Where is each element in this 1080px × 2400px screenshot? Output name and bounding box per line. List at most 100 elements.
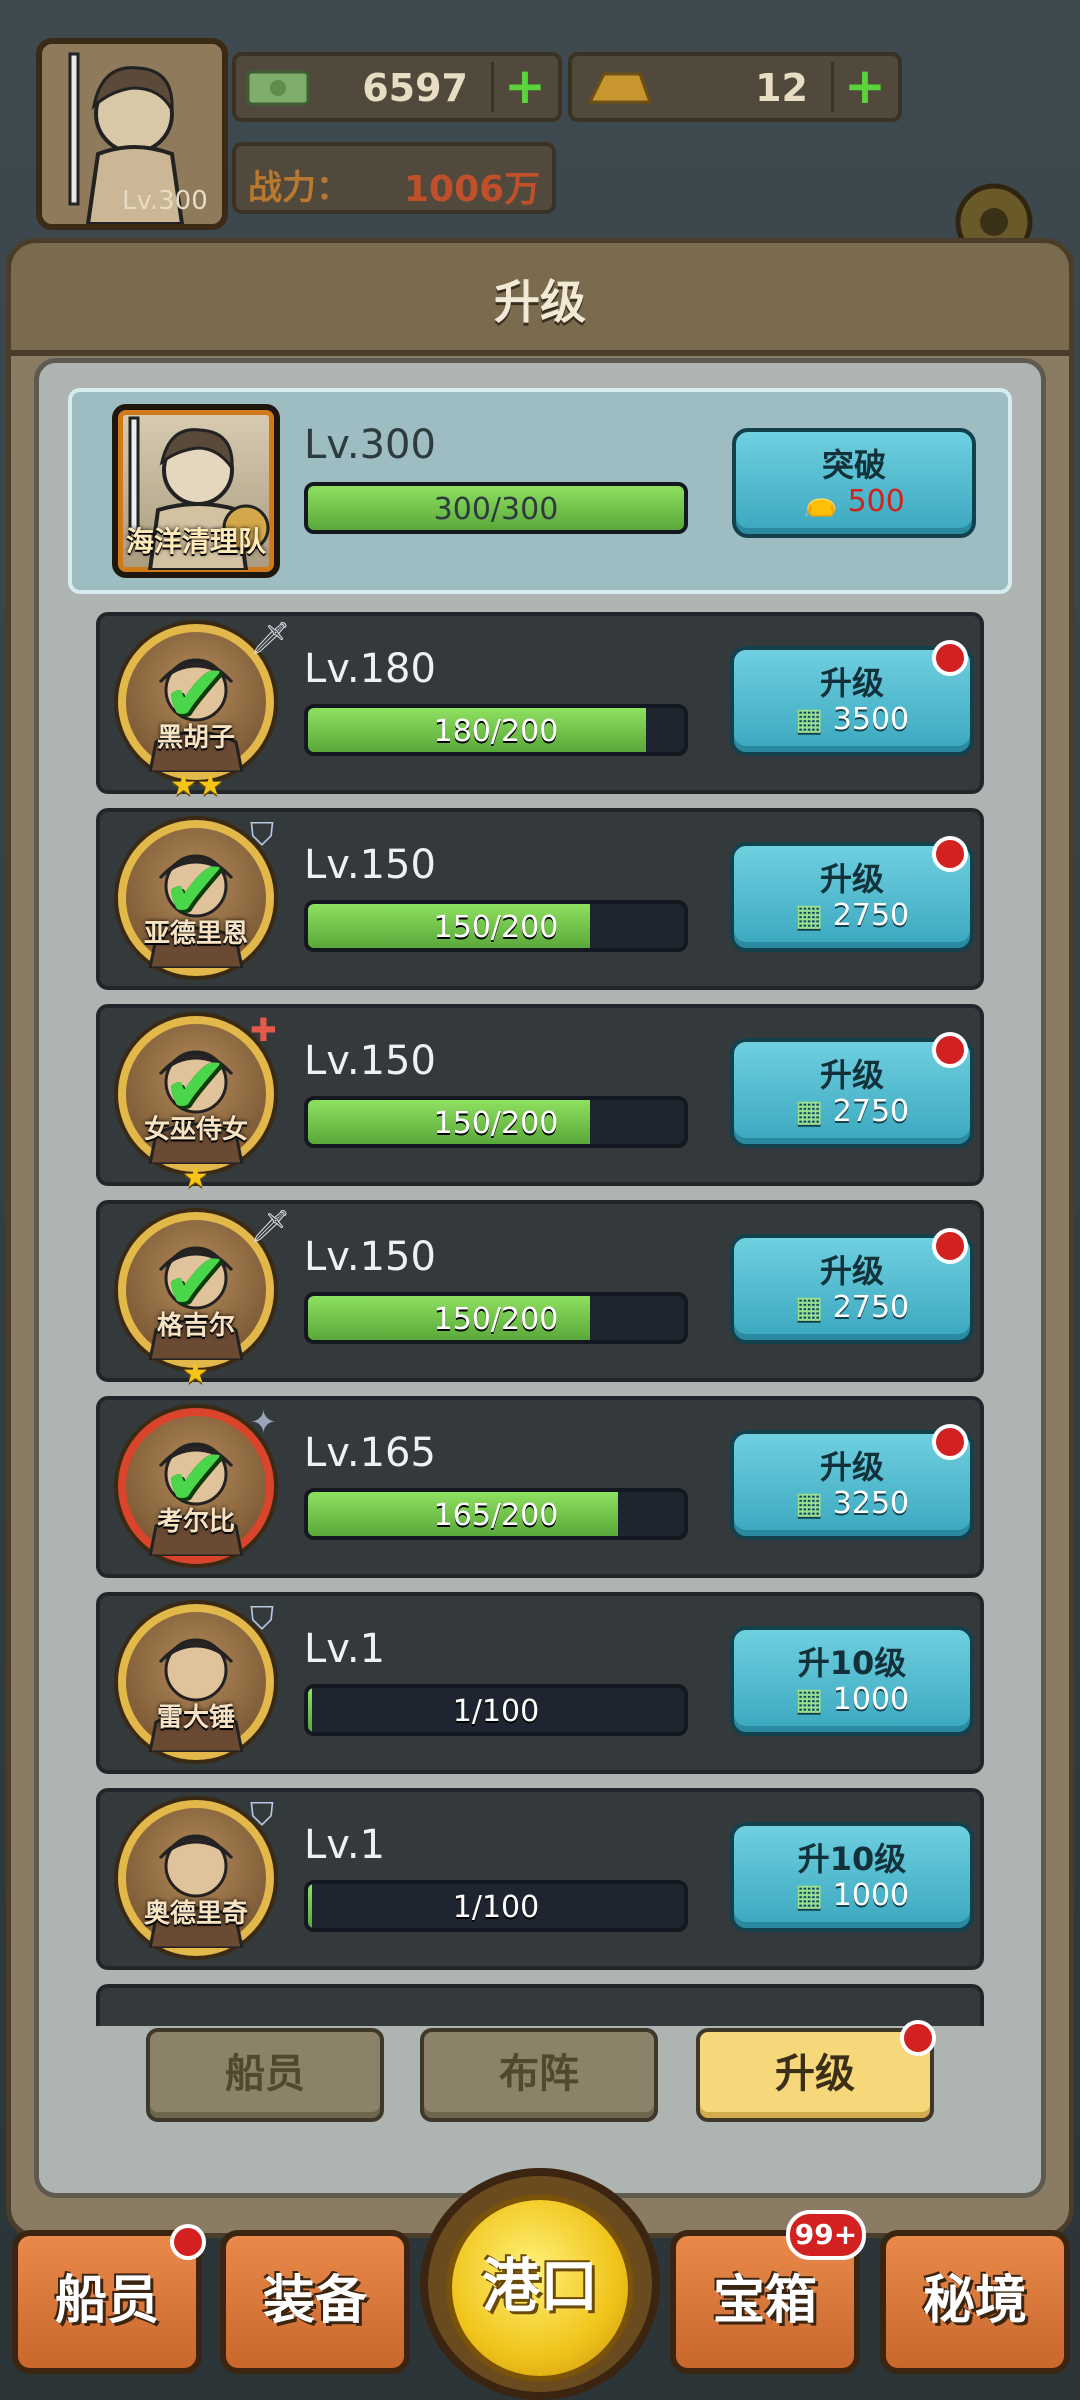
- upgrade-button[interactable]: 升级 ▦ 2750: [730, 1032, 974, 1148]
- crew-progress-bar: 1/100: [304, 1880, 688, 1932]
- crew-name: 女巫侍女: [143, 1115, 248, 1145]
- nav-port-button[interactable]: 港口: [446, 2194, 634, 2382]
- upgrade-button[interactable]: 升级 ▦ 3500: [730, 640, 974, 756]
- crew-level: Lv.150: [304, 1038, 436, 1084]
- tab-crew[interactable]: 船员: [146, 2028, 384, 2122]
- upgrade-cost-value: 2750: [832, 1290, 910, 1325]
- crew-progress-bar: 165/200: [304, 1488, 688, 1540]
- notification-dot: [900, 2020, 936, 2056]
- crew-row: ✔ 亚德里恩 ⛉ Lv.150 150/200 升级 ▦ 2750: [96, 808, 984, 990]
- crew-progress-bar: 1/100: [304, 1684, 688, 1736]
- crew-progress-bar: 150/200: [304, 900, 688, 952]
- crew-progress-text: 1/100: [452, 1890, 540, 1925]
- crew-level: Lv.150: [304, 1234, 436, 1280]
- upgrade-button[interactable]: 升级 ▦ 3250: [730, 1424, 974, 1540]
- crew-level: Lv.1: [304, 1822, 386, 1868]
- cash-icon: ▦: [794, 1878, 824, 1913]
- tab-upgrade-label: 升级: [775, 2051, 855, 2097]
- crew-level: Lv.180: [304, 646, 436, 692]
- upgrade-cost: ▦ 2750: [734, 1094, 970, 1129]
- crew-name: 考尔比: [156, 1507, 235, 1537]
- notification-dot: [932, 1032, 968, 1068]
- upgrade-button[interactable]: 升级 ▦ 2750: [730, 1228, 974, 1344]
- upgrade-cost-value: 2750: [832, 1094, 910, 1129]
- star-rating: ★★: [170, 768, 224, 803]
- heal-cross-icon: ✚: [250, 1011, 277, 1049]
- upgrade-cost-value: 1000: [832, 1878, 910, 1913]
- shield-icon: ⛉: [250, 1599, 275, 1637]
- cash-icon: ▦: [794, 1094, 824, 1129]
- crew-name: 雷大锤: [156, 1703, 235, 1733]
- crew-progress-bar: 150/200: [304, 1292, 688, 1344]
- notification-dot: [932, 1228, 968, 1264]
- leader-progress-text: 300/300: [433, 492, 559, 527]
- upgrade-cost: ▦ 3500: [734, 702, 970, 737]
- crew-row: 奥德里奇 ⛉ Lv.1 1/100 升10级 ▦ 1000: [96, 1788, 984, 1970]
- crew-level: Lv.150: [304, 842, 436, 888]
- upgrade-button-label: 升10级: [797, 1644, 907, 1682]
- crew-progress-text: 150/200: [433, 910, 559, 945]
- star-rating: ★: [182, 1160, 209, 1195]
- tab-formation[interactable]: 布阵: [420, 2028, 658, 2122]
- crew-row: ✔ 黑胡子 🗡 ★★ Lv.180 180/200 升级 ▦ 3500: [96, 612, 984, 803]
- crew-progress-text: 150/200: [433, 1106, 559, 1141]
- cash-icon: ▦: [794, 702, 824, 737]
- leader-row: 海洋清理队 Lv.300 300/300 突破 👝 500: [68, 388, 1012, 594]
- add-cash-button[interactable]: +: [502, 61, 548, 111]
- tab-upgrade[interactable]: 升级: [696, 2020, 936, 2122]
- cash-icon: ▦: [794, 1486, 824, 1521]
- cash-icon: ▦: [794, 898, 824, 933]
- crew-name: 奥德里奇: [143, 1899, 248, 1929]
- notification-dot: [932, 836, 968, 872]
- cash-icon: [246, 70, 310, 106]
- crew-name: 亚德里恩: [143, 919, 248, 949]
- upgrade-cost: ▦ 2750: [734, 898, 970, 933]
- breakthrough-label: 突破: [821, 446, 886, 484]
- add-gold-button[interactable]: +: [842, 61, 888, 111]
- breakthrough-cost: 👝 500: [736, 484, 972, 519]
- nav-secret-realm-button[interactable]: 秘境: [880, 2230, 1070, 2374]
- leader-level: Lv.300: [304, 422, 436, 468]
- power-value: 1006万: [404, 169, 541, 210]
- divider: [831, 62, 834, 112]
- upgrade-button-label: 升10级: [797, 1840, 907, 1878]
- player-avatar[interactable]: Lv.300: [36, 38, 228, 230]
- gold-bar-icon: [587, 72, 653, 104]
- upgrade-button[interactable]: 升10级 ▦ 1000: [730, 1822, 974, 1932]
- power-display: 战力： 1006万: [232, 142, 556, 214]
- upgrade-cost-value: 3250: [832, 1486, 910, 1521]
- leader-progress-bar: 300/300: [304, 482, 688, 534]
- upgrade-button[interactable]: 升10级 ▦ 1000: [730, 1626, 974, 1736]
- player-level: Lv.300: [122, 186, 208, 216]
- gold-value: 12: [755, 66, 808, 110]
- crew-row: ✔ 女巫侍女 ✚ ★ Lv.150 150/200 升级 ▦ 2750: [96, 1004, 984, 1195]
- crew-row: ✔ 格吉尔 🗡 ★ Lv.150 150/200 升级 ▦ 2750: [96, 1200, 984, 1391]
- crew-level: Lv.165: [304, 1430, 436, 1476]
- cash-value: 6597: [362, 66, 468, 110]
- breakthrough-button[interactable]: 突破 👝 500: [732, 428, 976, 538]
- upgrade-cost: ▦ 3250: [734, 1486, 970, 1521]
- nav-crew-button[interactable]: 船员: [12, 2224, 206, 2374]
- sword-icon: 🗡: [250, 619, 291, 657]
- crew-progress-bar: 150/200: [304, 1096, 688, 1148]
- breakthrough-cost-value: 500: [847, 484, 905, 519]
- upgrade-cost: ▦ 1000: [734, 1878, 970, 1913]
- shield-icon: ⛉: [250, 1795, 275, 1833]
- divider: [491, 62, 494, 112]
- chest-count-badge: 99+: [786, 2210, 866, 2260]
- notification-dot: [932, 1424, 968, 1460]
- crew-progress-text: 165/200: [433, 1498, 559, 1533]
- cash-icon: ▦: [794, 1290, 824, 1325]
- nav-crew-label: 船员: [54, 2271, 159, 2331]
- leader-portrait[interactable]: 海洋清理队: [112, 404, 280, 578]
- upgrade-cost-value: 3500: [832, 702, 910, 737]
- upgrade-cost: ▦ 1000: [734, 1682, 970, 1717]
- crew-progress-bar: 180/200: [304, 704, 688, 756]
- upgrade-button[interactable]: 升级 ▦ 2750: [730, 836, 974, 952]
- crew-row-partial: [96, 1984, 984, 2026]
- upgrade-cost-value: 1000: [832, 1682, 910, 1717]
- crew-row: ✔ 考尔比 ✦ Lv.165 165/200 升级 ▦ 3250: [96, 1396, 984, 1578]
- sword-icon: 🗡: [250, 1207, 291, 1245]
- crew-progress-text: 180/200: [433, 714, 559, 749]
- nav-equipment-button[interactable]: 装备: [220, 2230, 410, 2374]
